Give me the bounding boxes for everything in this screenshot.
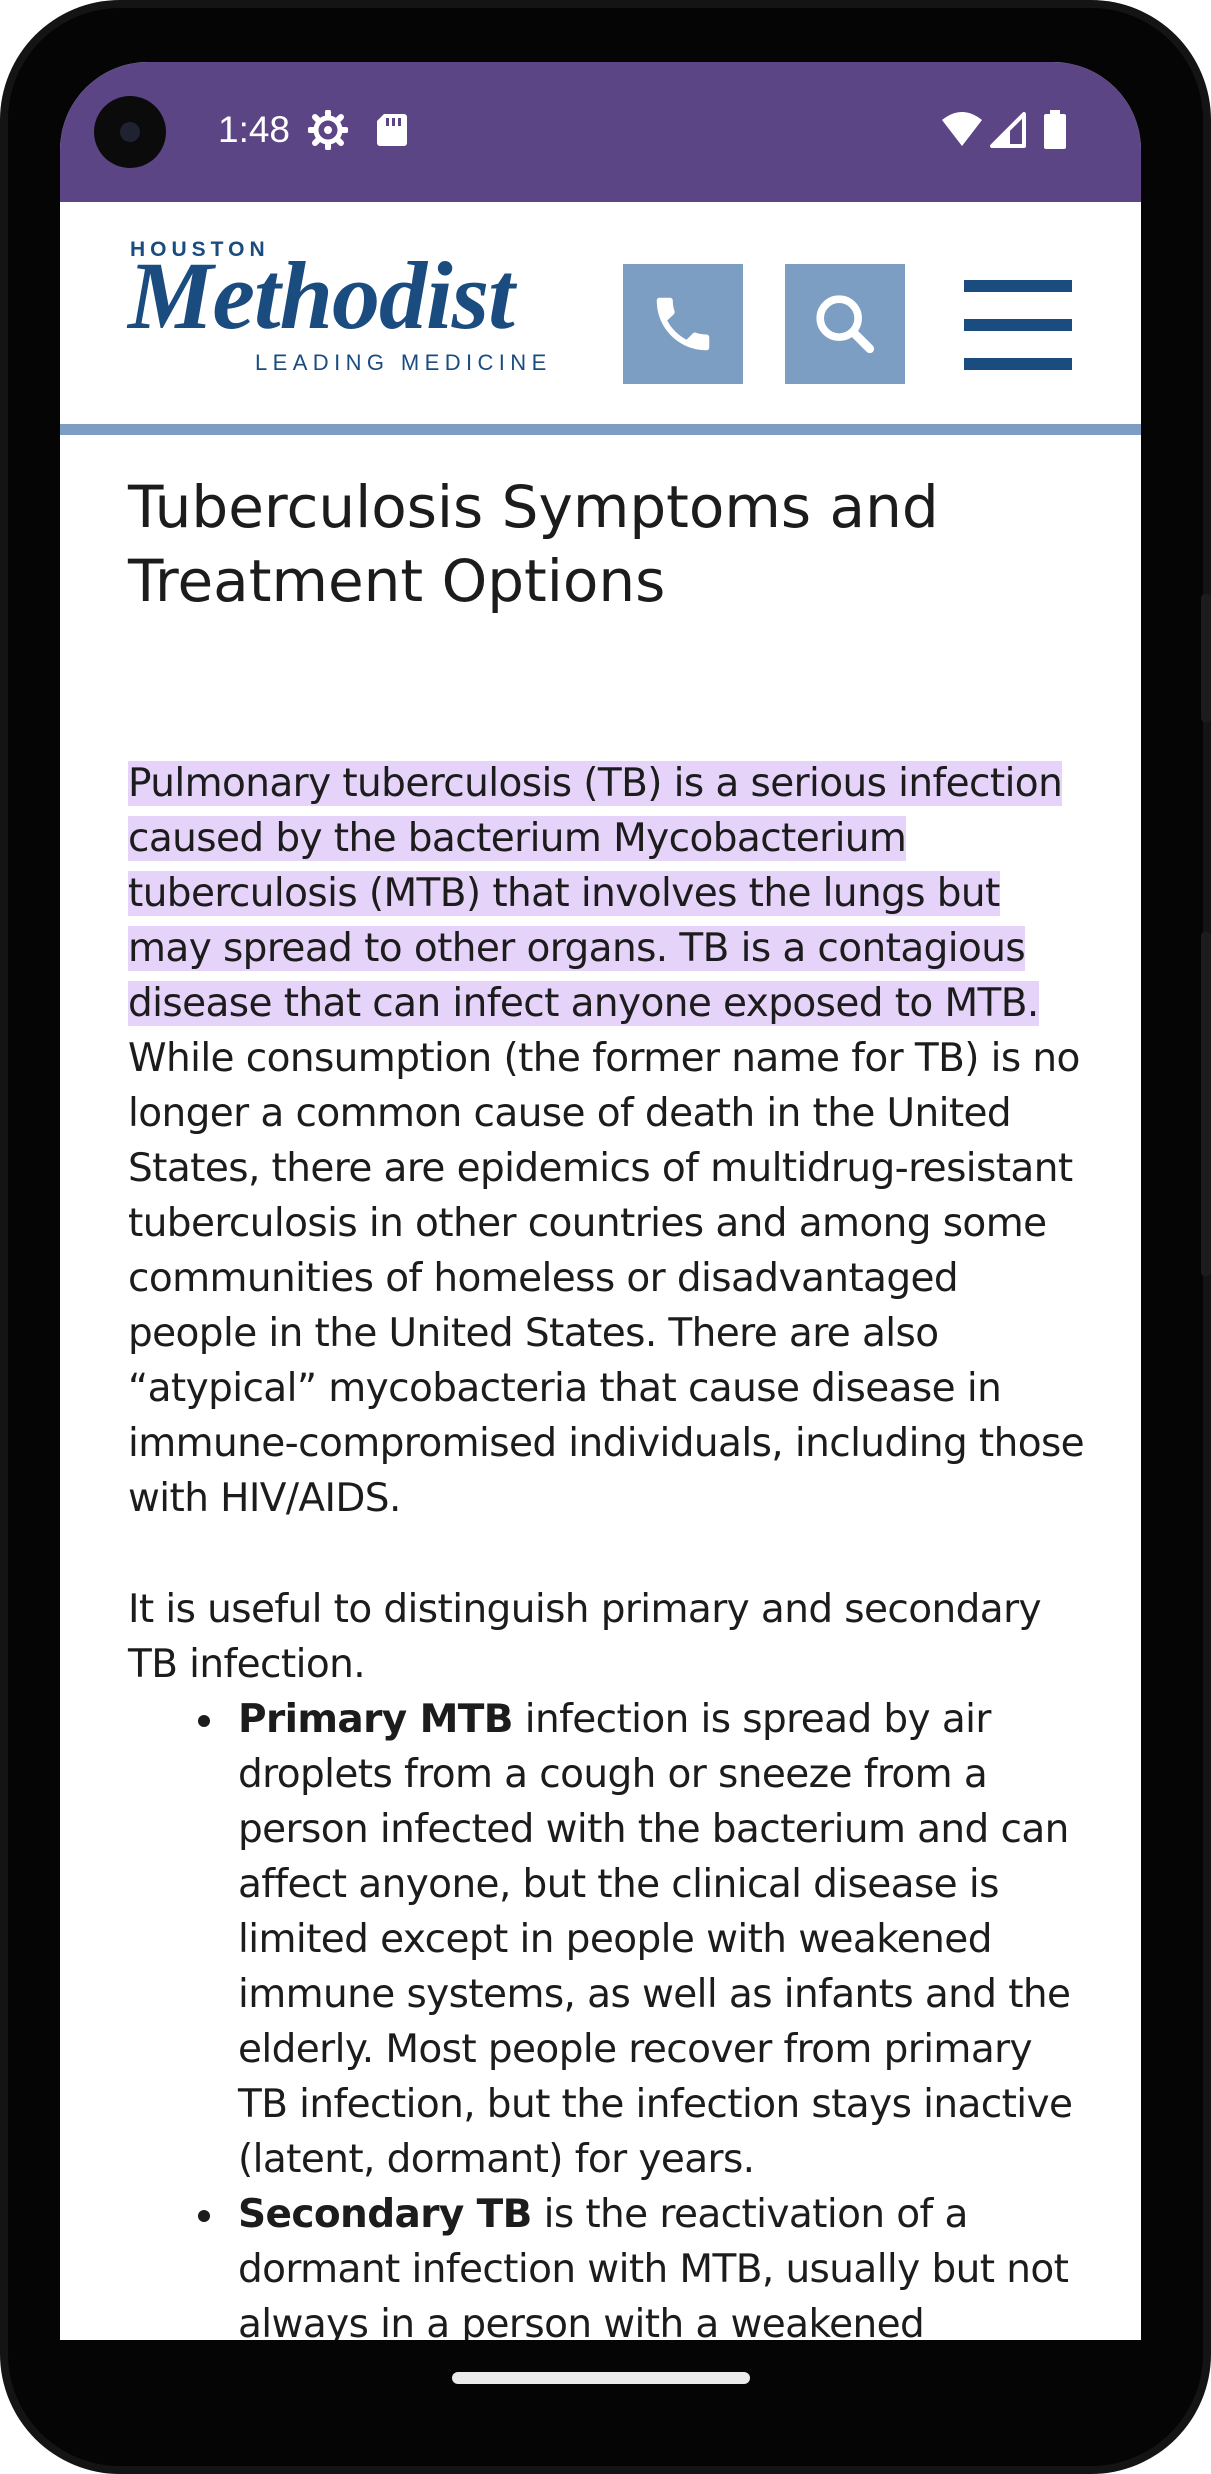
device-screen: 1:48 HOUSTON Methodist LEADING MEDICINE …: [60, 62, 1141, 2340]
cellular-signal-icon: [990, 112, 1026, 148]
intro-text: While consumption (the former name for T…: [128, 1036, 1085, 1521]
logo-main-text: Methodist: [128, 242, 515, 349]
home-gesture-bar[interactable]: [452, 2372, 750, 2384]
sd-card-icon: [377, 114, 407, 146]
list-item-term: Secondary TB: [238, 2192, 532, 2237]
status-bar: 1:48: [60, 62, 1141, 202]
list-item: Secondary TB is the reactivation of a do…: [128, 2187, 1088, 2340]
front-camera: [94, 96, 166, 168]
wifi-icon: [942, 112, 982, 146]
distinguish-paragraph: It is useful to distinguish primary and …: [128, 1587, 1042, 1687]
hamburger-menu-icon[interactable]: [964, 280, 1072, 370]
houston-methodist-logo[interactable]: HOUSTON Methodist LEADING MEDICINE: [128, 238, 574, 378]
menu-bar-top: [964, 280, 1072, 292]
status-time: 1:48: [218, 109, 291, 150]
highlighted-text[interactable]: Pulmonary tuberculosis (TB) is a serious…: [128, 761, 1063, 1026]
header-divider: [60, 424, 1141, 435]
page-title: Tuberculosis Symptoms and Treatment Opti…: [128, 473, 939, 615]
menu-bar-middle: [964, 319, 1072, 331]
site-header: HOUSTON Methodist LEADING MEDICINE: [60, 202, 1141, 424]
tb-types-list: Primary MTB infection is spread by air d…: [128, 1692, 1088, 2340]
list-item-text: infection is spread by air droplets from…: [238, 1697, 1073, 2182]
volume-button: [1201, 932, 1211, 1276]
battery-icon: [1044, 110, 1066, 149]
menu-bar-bottom: [964, 358, 1072, 370]
search-icon: [816, 295, 875, 354]
logo-sub-text: LEADING MEDICINE: [255, 350, 552, 375]
power-button: [1201, 594, 1211, 722]
intro-paragraph: Pulmonary tuberculosis (TB) is a serious…: [128, 756, 1088, 1526]
list-item-term: Primary MTB: [238, 1697, 514, 1742]
call-button[interactable]: [623, 264, 743, 384]
search-button[interactable]: [785, 264, 905, 384]
settings-gear-icon: [308, 110, 348, 150]
phone-icon: [656, 297, 710, 351]
list-item: Primary MTB infection is spread by air d…: [128, 1692, 1088, 2187]
